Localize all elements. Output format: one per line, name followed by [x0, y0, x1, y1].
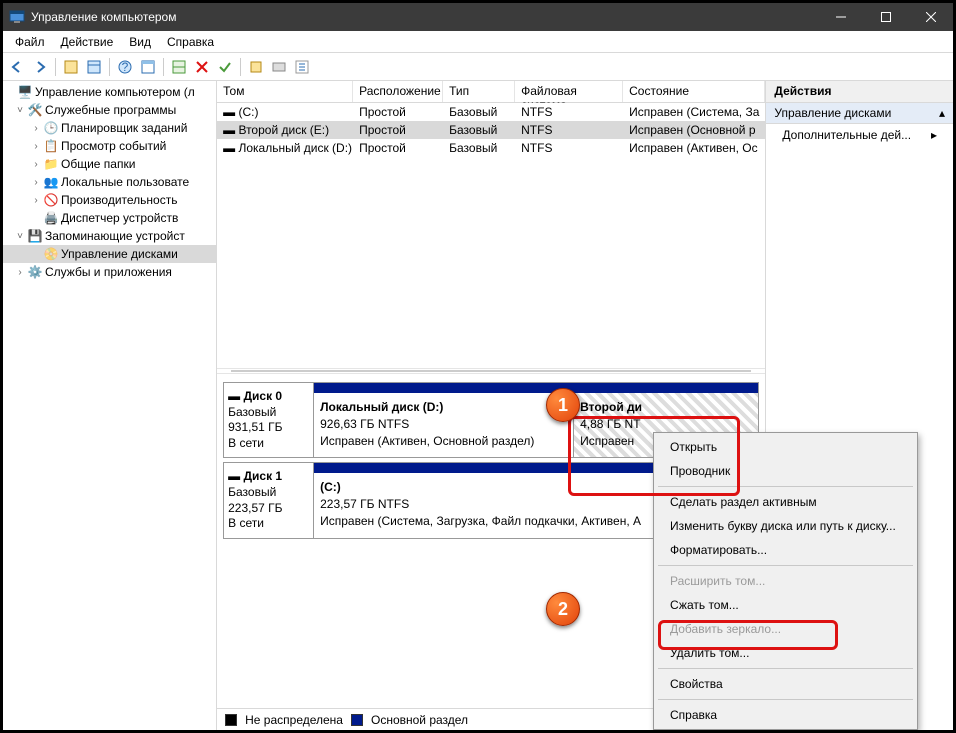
col-volume[interactable]: Том — [217, 81, 353, 102]
window-title: Управление компьютером — [31, 10, 818, 24]
drive-icon: ▬ — [223, 105, 238, 119]
tree-item[interactable]: ›⚙️Службы и приложения — [3, 263, 216, 281]
volume-list-header: Том Расположение Тип Файловая система Со… — [217, 81, 765, 103]
menu-file[interactable]: Файл — [7, 33, 53, 51]
ctx-props[interactable]: Свойства — [656, 672, 915, 696]
col-filesystem[interactable]: Файловая система — [515, 81, 623, 102]
menubar: Файл Действие Вид Справка — [3, 31, 953, 53]
tb-icon[interactable] — [292, 57, 312, 77]
ctx-open[interactable]: Открыть — [656, 435, 915, 459]
minimize-button[interactable] — [818, 3, 863, 31]
volume-d[interactable]: Локальный диск (D:) 926,63 ГБ NTFS Испра… — [314, 393, 574, 457]
back-button[interactable] — [7, 57, 27, 77]
drive-icon: ▬ — [223, 123, 238, 137]
help-icon[interactable]: ? — [115, 57, 135, 77]
services-icon: ⚙️ — [27, 264, 43, 280]
ctx-delete[interactable]: Удалить том... — [656, 641, 915, 665]
tb-icon[interactable] — [246, 57, 266, 77]
tree-item[interactable]: ›👥Локальные пользовате — [3, 173, 216, 191]
svg-text:?: ? — [122, 60, 129, 74]
ctx-format[interactable]: Форматировать... — [656, 538, 915, 562]
computer-icon: 🖥️ — [17, 84, 33, 100]
legend-swatch-unallocated — [225, 714, 237, 726]
context-menu: Открыть Проводник Сделать раздел активны… — [653, 432, 918, 730]
ctx-extend: Расширить том... — [656, 569, 915, 593]
tools-icon: 🛠️ — [27, 102, 43, 118]
tree-item[interactable]: ›🕒Планировщик заданий — [3, 119, 216, 137]
ctx-explorer[interactable]: Проводник — [656, 459, 915, 483]
ctx-letter[interactable]: Изменить букву диска или путь к диску... — [656, 514, 915, 538]
ctx-active[interactable]: Сделать раздел активным — [656, 490, 915, 514]
delete-icon[interactable] — [192, 57, 212, 77]
col-layout[interactable]: Расположение — [353, 81, 443, 102]
actions-more[interactable]: Дополнительные дей...▸ — [766, 124, 953, 146]
forward-button[interactable] — [30, 57, 50, 77]
titlebar: Управление компьютером — [3, 3, 953, 31]
chevron-right-icon: ▸ — [931, 128, 937, 142]
perf-icon: 🚫 — [43, 192, 59, 208]
device-icon: 🖨️ — [43, 210, 59, 226]
drive-icon: ▬ — [228, 389, 243, 403]
tb-icon[interactable] — [169, 57, 189, 77]
tree-item[interactable]: ›🚫Производительность — [3, 191, 216, 209]
callout-1: 1 — [546, 388, 580, 422]
tree-item[interactable]: ›📋Просмотр событий — [3, 137, 216, 155]
callout-2: 2 — [546, 592, 580, 626]
volume-row[interactable]: ▬ Второй диск (E:)ПростойБазовыйNTFSИспр… — [217, 121, 765, 139]
menu-help[interactable]: Справка — [159, 33, 222, 51]
collapse-icon: ▴ — [939, 106, 945, 120]
menu-view[interactable]: Вид — [121, 33, 159, 51]
volume-row[interactable]: ▬ (C:)ПростойБазовыйNTFSИсправен (Систем… — [217, 103, 765, 121]
navigation-tree[interactable]: 🖥️Управление компьютером (л ˅🛠️Служебные… — [3, 81, 217, 730]
check-icon[interactable] — [215, 57, 235, 77]
clock-icon: 🕒 — [43, 120, 59, 136]
actions-disk-header[interactable]: Управление дисками▴ — [766, 103, 953, 124]
actions-header: Действия — [766, 81, 953, 103]
menu-action[interactable]: Действие — [53, 33, 122, 51]
col-type[interactable]: Тип — [443, 81, 515, 102]
tb-icon[interactable] — [84, 57, 104, 77]
users-icon: 👥 — [43, 174, 59, 190]
legend-swatch-primary — [351, 714, 363, 726]
tb-icon[interactable] — [138, 57, 158, 77]
ctx-help[interactable]: Справка — [656, 703, 915, 727]
tree-item-disk-management[interactable]: 📀Управление дисками — [3, 245, 216, 263]
drive-icon: ▬ — [228, 469, 243, 483]
disk-icon: 📀 — [43, 246, 59, 262]
storage-icon: 💾 — [27, 228, 43, 244]
tb-icon[interactable] — [61, 57, 81, 77]
volume-row[interactable]: ▬ Локальный диск (D:)ПростойБазовыйNTFSИ… — [217, 139, 765, 157]
event-icon: 📋 — [43, 138, 59, 154]
app-icon — [9, 9, 25, 25]
volume-list[interactable]: ▬ (C:)ПростойБазовыйNTFSИсправен (Систем… — [217, 103, 765, 368]
close-button[interactable] — [908, 3, 953, 31]
drive-icon: ▬ — [223, 141, 238, 155]
folder-icon: 📁 — [43, 156, 59, 172]
tree-item[interactable]: 🖨️Диспетчер устройств — [3, 209, 216, 227]
toolbar: ? — [3, 53, 953, 81]
ctx-shrink[interactable]: Сжать том... — [656, 593, 915, 617]
maximize-button[interactable] — [863, 3, 908, 31]
ctx-mirror: Добавить зеркало... — [656, 617, 915, 641]
tree-item[interactable]: ›📁Общие папки — [3, 155, 216, 173]
col-status[interactable]: Состояние — [623, 81, 765, 102]
tb-icon[interactable] — [269, 57, 289, 77]
